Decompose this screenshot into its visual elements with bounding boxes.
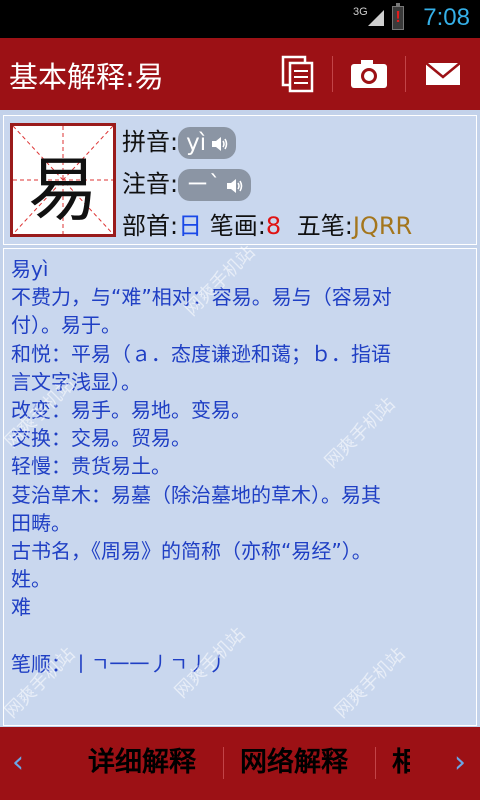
speaker-icon bbox=[212, 136, 228, 151]
character-glyph: 易 bbox=[28, 149, 98, 231]
strokes-value: 8 bbox=[265, 212, 282, 240]
definition-line: 和悦：平易（ａ．态度谦逊和蔼；ｂ．指语 bbox=[11, 341, 391, 366]
stroke-order-value: 丨ㄱ一一丿ㄱ丿丿 bbox=[71, 651, 228, 676]
camera-button[interactable] bbox=[347, 52, 391, 96]
tab-related[interactable]: 相 bbox=[392, 741, 410, 785]
tab-divider bbox=[223, 747, 224, 779]
tab-detailed-explanation[interactable]: 详细解释 bbox=[88, 741, 196, 785]
radical-value: 日 bbox=[178, 212, 203, 240]
clock: 7:08 bbox=[423, 4, 470, 31]
mail-icon bbox=[425, 62, 461, 85]
character-grid: 易 bbox=[10, 123, 116, 237]
battery-alert-icon: ! bbox=[392, 3, 404, 30]
definition-line: 芟治草木：易墓（除治墓地的草木）。易其 bbox=[11, 482, 381, 507]
stroke-order-row: 笔顺：丨ㄱ一一丿ㄱ丿丿 bbox=[11, 650, 470, 678]
definition-line: 改变：易手。易地。变易。 bbox=[11, 398, 251, 423]
definition-line: 付）。易于。 bbox=[11, 313, 121, 338]
info-row: 部首:日 笔画:8 五笔:JQRR bbox=[122, 206, 412, 241]
definition-line: 田畴。 bbox=[11, 510, 71, 535]
speaker-icon bbox=[226, 178, 242, 193]
definition-line: 言文字浅显）。 bbox=[11, 369, 141, 394]
mail-button[interactable] bbox=[421, 52, 465, 96]
zhuyin-value: ㄧˋ bbox=[186, 172, 221, 198]
zhuyin-audio-button[interactable]: ㄧˋ bbox=[178, 169, 251, 201]
radical-label: 部首: bbox=[122, 212, 179, 240]
pinyin-row: 拼音: yì bbox=[122, 122, 237, 159]
signal-icon bbox=[368, 10, 384, 26]
header-divider bbox=[405, 56, 406, 92]
definition-panel: 易yì 不费力，与“难”相对：容易。易与（容易对 付）。易于。 和悦：平易（ａ．… bbox=[1, 242, 477, 726]
header-divider bbox=[332, 56, 333, 92]
next-tab-arrow[interactable]: › bbox=[448, 745, 472, 781]
wubi-label: 五笔: bbox=[296, 212, 353, 240]
strokes-label: 笔画: bbox=[209, 212, 266, 240]
camera-icon bbox=[351, 60, 387, 88]
definition-line: 轻慢：贵货易土。 bbox=[11, 454, 171, 479]
pinyin-label: 拼音: bbox=[122, 128, 179, 156]
zhuyin-row: 注音: ㄧˋ bbox=[122, 164, 251, 201]
copy-icon bbox=[281, 55, 314, 93]
definition-line: 难 bbox=[11, 595, 31, 620]
zhuyin-label: 注音: bbox=[122, 170, 179, 198]
status-bar: 3G ! 7:08 bbox=[0, 0, 480, 38]
pinyin-value: yì bbox=[186, 130, 207, 156]
tab-web-explanation[interactable]: 网络解释 bbox=[240, 741, 348, 785]
stroke-order-label: 笔顺： bbox=[11, 651, 71, 676]
tab-divider bbox=[375, 747, 376, 779]
definition-line: 交换：交易。贸易。 bbox=[11, 426, 191, 451]
definition-line: 姓。 bbox=[11, 567, 51, 592]
page-title: 基本解释:易 bbox=[9, 60, 164, 94]
main-panel: 易 拼音: yì 注音: ㄧˋ 部首:日 笔画:8 五笔:JQRR 易yì 不费力，… bbox=[0, 110, 480, 727]
bottom-tab-bar: ‹ 详细解释 网络解释 相 › bbox=[0, 727, 480, 800]
definition-line: 古书名，《周易》的简称（亦称“易经”）。 bbox=[11, 539, 372, 564]
wubi-value: JQRR bbox=[352, 212, 413, 240]
definition-line: 易yì bbox=[11, 257, 49, 281]
character-summary: 易 拼音: yì 注音: ㄧˋ 部首:日 笔画:8 五笔:JQRR bbox=[3, 115, 477, 245]
app-header: 基本解释:易 bbox=[0, 38, 480, 110]
pinyin-audio-button[interactable]: yì bbox=[178, 127, 237, 159]
copy-button[interactable] bbox=[276, 52, 320, 96]
definition-line: 不费力，与“难”相对：容易。易与（容易对 bbox=[11, 285, 392, 310]
prev-tab-arrow[interactable]: ‹ bbox=[6, 745, 30, 781]
